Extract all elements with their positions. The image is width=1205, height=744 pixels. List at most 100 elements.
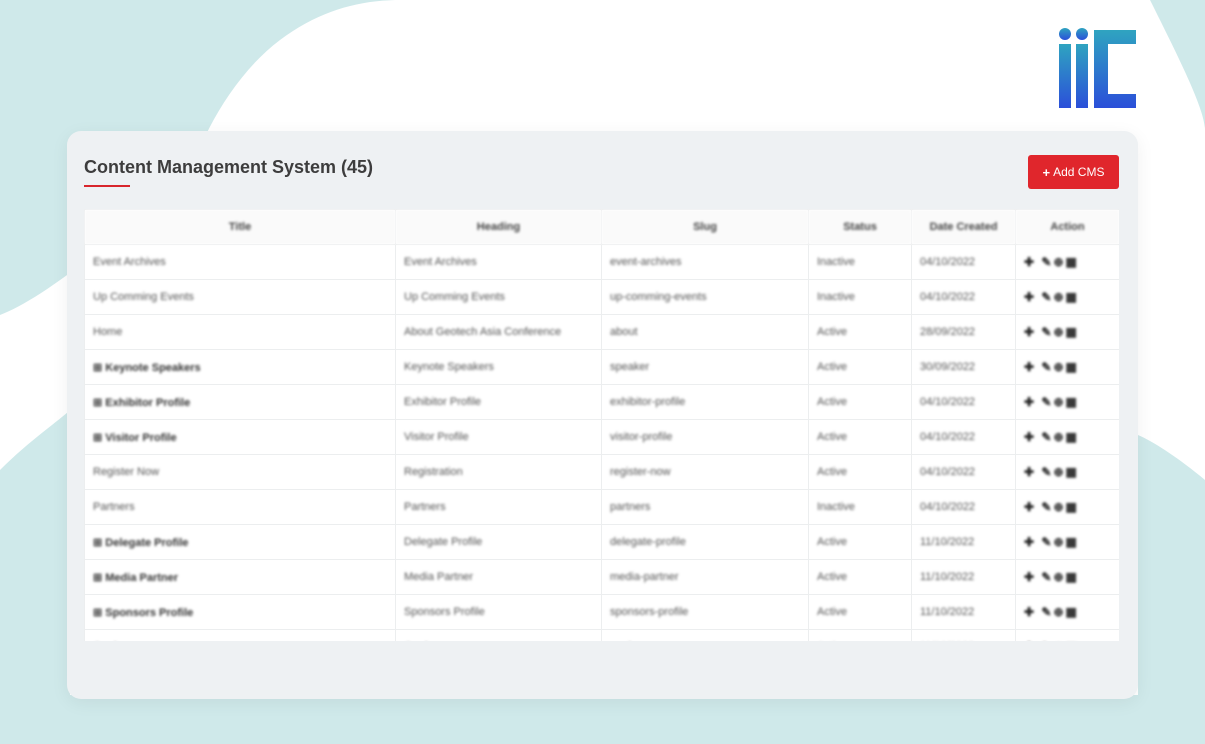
cell-title: Partners	[84, 489, 396, 525]
cell-heading: Keynote Speakers	[395, 349, 602, 385]
cell-status: Inactive	[808, 279, 912, 315]
cell-slug: delegate-profile	[601, 524, 809, 560]
cell-date-created: 04/10/2022	[911, 244, 1016, 280]
cell-status: Inactive	[808, 244, 912, 280]
cell-slug: speaker	[601, 349, 809, 385]
cell-slug: exhibitor-profile	[601, 384, 809, 420]
table-row: Event Archives Event Archives event-archiv…	[84, 244, 1119, 280]
row-action-icons[interactable]: ✚ ✎⊕▦	[1015, 244, 1119, 280]
row-action-icons[interactable]: ✚ ✎⊕▦	[1015, 384, 1119, 420]
cell-heading: About Geotech Asia Conference	[395, 314, 602, 350]
cell-slug: partners	[601, 489, 809, 525]
row-action-icons[interactable]: ✚ ✎⊕▦	[1015, 314, 1119, 350]
cell-title: Up Comming Events	[84, 279, 396, 315]
column-header-slug[interactable]: Slug	[601, 209, 809, 245]
cell-slug: register-now	[601, 454, 809, 490]
cell-date-created: 11/10/2022	[911, 524, 1016, 560]
row-action-icons[interactable]: ✚ ✎⊕▦	[1015, 419, 1119, 455]
cell-date-created: 04/10/2022	[911, 489, 1016, 525]
table-row: ⊞ Exhibitor Profile Exhibitor Profile exhi…	[84, 384, 1119, 420]
table-row: Register Now Registration register-now Acti…	[84, 454, 1119, 490]
page-title: Content Management System (45)	[84, 157, 374, 177]
cell-date-created: 28/09/2022	[911, 314, 1016, 350]
cms-table: Title Heading Slug Status Date Created A…	[84, 209, 1119, 641]
cell-title: Conferences	[84, 629, 396, 641]
plus-icon: +	[1042, 164, 1051, 180]
cell-title: ⊞ Keynote Speakers	[84, 349, 396, 385]
cell-status: Active	[808, 559, 912, 595]
cell-status: Active	[808, 314, 912, 350]
cell-slug: event-archives	[601, 244, 809, 280]
column-header-heading[interactable]: Heading	[395, 209, 602, 245]
cell-slug: media-partner	[601, 559, 809, 595]
cell-title: ⊞ Exhibitor Profile	[84, 384, 396, 420]
column-header-title[interactable]: Title	[84, 209, 396, 245]
column-header-status[interactable]: Status	[808, 209, 912, 245]
row-action-icons[interactable]: ✚ ✎⊕▦	[1015, 279, 1119, 315]
table-row: ⊞ Visitor Profile Visitor Profile visitor-…	[84, 419, 1119, 455]
cell-heading: Media Partner	[395, 559, 602, 595]
cell-status: Active	[808, 349, 912, 385]
cell-slug: about	[601, 314, 809, 350]
row-action-icons[interactable]: ✚ ✎⊕▦	[1015, 524, 1119, 560]
cell-heading: Delegate Profile	[395, 524, 602, 560]
cell-title: ⊞ Delegate Profile	[84, 524, 396, 560]
cell-title: Register Now	[84, 454, 396, 490]
cell-status: Active	[808, 419, 912, 455]
row-action-icons[interactable]: ✚ ✎⊕▦	[1015, 349, 1119, 385]
cell-date-created: 04/10/2022	[911, 279, 1016, 315]
cell-heading: Visitor Profile	[395, 419, 602, 455]
cell-heading: Up Comming Events	[395, 279, 602, 315]
table-row: ⊞ Delegate Profile Delegate Profile delega…	[84, 524, 1119, 560]
cell-title: ⊞ Visitor Profile	[84, 419, 396, 455]
cell-status: Active	[808, 384, 912, 420]
row-action-icons[interactable]: ✚ ✎⊕▦	[1015, 629, 1119, 641]
cell-date-created: 11/10/2022	[911, 559, 1016, 595]
cell-date-created: 04/10/2022	[911, 384, 1016, 420]
table-row: ⊞ Keynote Speakers Keynote Speakers speake…	[84, 349, 1119, 385]
table-row: ConferencesConferencesconferencesActive1…	[84, 629, 1119, 641]
cell-heading: Sponsors Profile	[395, 594, 602, 630]
table-row: ⊞ Sponsors Profile Sponsors Profile sponso…	[84, 594, 1119, 630]
cell-date-created: 30/09/2022	[911, 349, 1016, 385]
cell-title: Home	[84, 314, 396, 350]
cms-panel: Content Management System (45) + Add CMS…	[67, 131, 1138, 699]
row-action-icons[interactable]: ✚ ✎⊕▦	[1015, 489, 1119, 525]
table-row: Partners Partners partners Inactive 04/10/20…	[84, 489, 1119, 525]
table-row: Up Comming Events Up Comming Events up-com…	[84, 279, 1119, 315]
add-cms-button[interactable]: + Add CMS	[1028, 155, 1119, 189]
cell-slug: sponsors-profile	[601, 594, 809, 630]
cell-status: Active	[808, 629, 912, 641]
cell-status: Inactive	[808, 489, 912, 525]
cell-status: Active	[808, 594, 912, 630]
table-row: ⊞ Media Partner Media Partner media-partne…	[84, 559, 1119, 595]
cell-status: Active	[808, 524, 912, 560]
cell-slug: up-comming-events	[601, 279, 809, 315]
cell-title: ⊞ Sponsors Profile	[84, 594, 396, 630]
column-header-date-created[interactable]: Date Created	[911, 209, 1016, 245]
table-header-row: Title Heading Slug Status Date Created A…	[84, 209, 1119, 245]
row-action-icons[interactable]: ✚ ✎⊕▦	[1015, 559, 1119, 595]
cell-date-created: 11/10/2022	[911, 629, 1016, 641]
table-row: Home About Geotech Asia Conference about Ac…	[84, 314, 1119, 350]
cell-date-created: 04/10/2022	[911, 454, 1016, 490]
cell-heading: Conferences	[395, 629, 602, 641]
column-header-action: Action	[1015, 209, 1119, 245]
cell-heading: Partners	[395, 489, 602, 525]
cms-table-container[interactable]: Title Heading Slug Status Date Created A…	[84, 209, 1119, 641]
row-action-icons[interactable]: ✚ ✎⊕▦	[1015, 454, 1119, 490]
cell-heading: Registration	[395, 454, 602, 490]
cell-heading: Event Archives	[395, 244, 602, 280]
cell-slug: visitor-profile	[601, 419, 809, 455]
row-action-icons[interactable]: ✚ ✎⊕▦	[1015, 594, 1119, 630]
cell-title: Event Archives	[84, 244, 396, 280]
panel-footer	[67, 641, 1138, 699]
cell-status: Active	[808, 454, 912, 490]
add-cms-label: Add CMS	[1053, 165, 1105, 179]
cell-title: ⊞ Media Partner	[84, 559, 396, 595]
brand-logo	[1059, 28, 1136, 108]
cell-heading: Exhibitor Profile	[395, 384, 602, 420]
cell-date-created: 04/10/2022	[911, 419, 1016, 455]
cell-slug: conferences	[601, 629, 809, 641]
cell-date-created: 11/10/2022	[911, 594, 1016, 630]
